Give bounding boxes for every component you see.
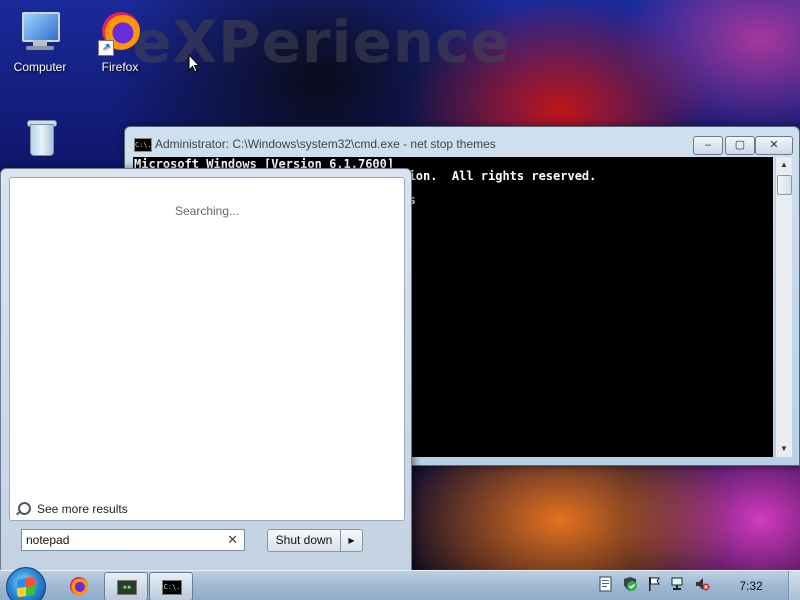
minimize-button[interactable]: ‒ (693, 136, 723, 155)
desktop-icon-computer[interactable]: Computer (0, 8, 80, 74)
desktop-icon-firefox[interactable]: ↗ Firefox (80, 8, 160, 74)
search-results-panel: Searching... See more results (9, 177, 405, 521)
taskbar-app[interactable]: ▪▪ (104, 572, 148, 600)
clear-search-icon[interactable]: ✕ (227, 532, 238, 548)
cmd-icon: C:\. (134, 138, 152, 152)
show-desktop-button[interactable] (788, 571, 800, 600)
firefox-icon (70, 577, 88, 595)
firefox-icon: ↗ (96, 8, 144, 56)
vertical-scrollbar[interactable]: ▲ ▼ (775, 157, 792, 457)
volume-muted-icon[interactable] (694, 576, 710, 594)
shut-down-button[interactable]: Shut down (267, 529, 341, 552)
cmd-icon: C:\. (162, 580, 182, 595)
computer-icon (16, 8, 64, 56)
close-button[interactable]: ✕ (755, 136, 793, 155)
see-more-results-link[interactable]: See more results (18, 502, 128, 516)
flag-icon[interactable] (646, 576, 662, 594)
security-icon[interactable] (622, 576, 638, 594)
desktop-icon-recycle-bin[interactable] (0, 118, 80, 170)
taskbar: ▪▪ C:\. 7:32 (0, 567, 800, 600)
scroll-down-icon[interactable]: ▼ (777, 442, 791, 456)
window-title: Administrator: C:\Windows\system32\cmd.e… (155, 137, 496, 151)
start-search-box[interactable]: ✕ (21, 529, 245, 551)
desktop: eXPerience Computer ↗ Firefox C:\. Admin… (0, 0, 800, 570)
windows-logo-icon (17, 576, 35, 598)
taskbar-clock[interactable]: 7:32 (728, 579, 774, 593)
searching-status: Searching... (174, 204, 240, 218)
taskbar-firefox[interactable] (58, 572, 102, 599)
scroll-up-icon[interactable]: ▲ (777, 158, 791, 172)
document-icon[interactable] (598, 576, 614, 594)
desktop-icon-label: Computer (13, 60, 67, 74)
see-more-label: See more results (37, 502, 128, 516)
search-icon (18, 502, 31, 516)
console-icon: ▪▪ (117, 580, 137, 595)
shortcut-arrow-icon: ↗ (98, 40, 114, 56)
search-input[interactable] (26, 532, 216, 548)
scroll-thumb[interactable] (777, 175, 792, 195)
maximize-button[interactable]: ▢ (725, 136, 755, 155)
recycle-bin-icon (16, 118, 64, 166)
shutdown-options-button[interactable]: ▶ (340, 529, 363, 552)
start-menu: Searching... See more results ✕ Shut dow… (0, 168, 412, 570)
start-button[interactable] (6, 567, 46, 600)
network-icon[interactable] (670, 576, 686, 594)
mouse-cursor-icon (188, 54, 200, 73)
desktop-icon-label: Firefox (101, 60, 139, 74)
taskbar-cmd[interactable]: C:\. (149, 572, 193, 600)
cmd-titlebar[interactable]: C:\. Administrator: C:\Windows\system32\… (125, 127, 799, 157)
